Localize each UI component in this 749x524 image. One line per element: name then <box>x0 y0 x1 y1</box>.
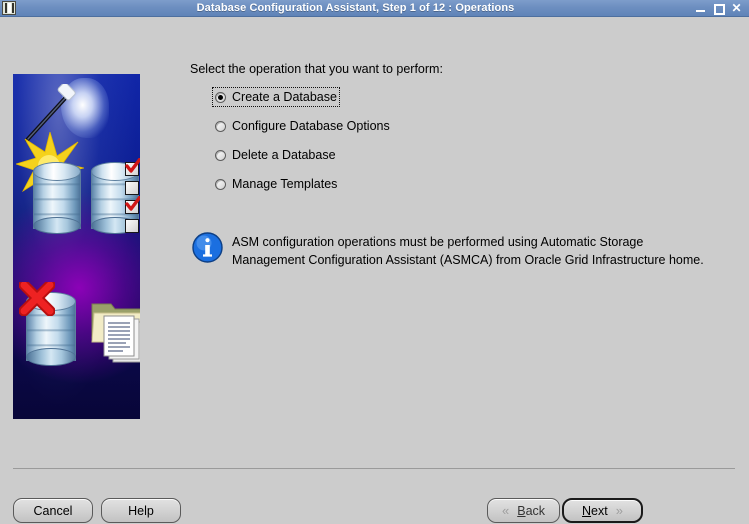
info-icon <box>192 232 223 263</box>
window-controls: ✕ <box>695 2 742 15</box>
info-message-line-1: ASM configuration operations must be per… <box>232 235 644 249</box>
back-button[interactable]: « Back <box>487 498 560 523</box>
checklist-icon <box>123 158 140 238</box>
radio-label: Manage Templates <box>232 177 338 191</box>
close-icon[interactable]: ✕ <box>731 2 742 14</box>
minimize-icon[interactable] <box>695 3 706 14</box>
info-message: ASM configuration operations must be per… <box>192 230 722 269</box>
radio-option-delete-a-database[interactable]: Delete a Database <box>212 145 339 165</box>
next-button-label: Next <box>582 503 608 518</box>
wizard-illustration <box>13 74 140 419</box>
folder-documents-icon <box>91 303 140 363</box>
radio-option-manage-templates[interactable]: Manage Templates <box>212 174 340 194</box>
chevron-left-icon: « <box>501 503 510 518</box>
operation-radio-group: Create a Database Configure Database Opt… <box>212 87 542 203</box>
title-bar: Database Configuration Assistant, Step 1… <box>0 0 749 17</box>
page-title: Select the operation that you want to pe… <box>190 62 443 76</box>
radio-indicator <box>215 178 226 190</box>
radio-option-create-a-database[interactable]: Create a Database <box>212 87 340 107</box>
radio-label: Configure Database Options <box>232 119 390 133</box>
radio-option-configure-database-options[interactable]: Configure Database Options <box>212 116 393 136</box>
application-window: Database Configuration Assistant, Step 1… <box>0 0 749 524</box>
red-x-icon <box>19 282 55 316</box>
database-app-icon <box>2 1 16 15</box>
radio-indicator <box>215 149 226 161</box>
next-button[interactable]: Next » <box>562 498 643 523</box>
help-button[interactable]: Help <box>101 498 181 523</box>
back-button-label: Back <box>517 503 546 518</box>
radio-label: Create a Database <box>232 90 337 104</box>
cancel-button[interactable]: Cancel <box>13 498 93 523</box>
content-area: Select the operation that you want to pe… <box>0 17 749 524</box>
radio-indicator <box>215 91 226 103</box>
window-title: Database Configuration Assistant, Step 1… <box>196 2 515 14</box>
maximize-icon[interactable] <box>713 3 725 15</box>
footer-separator <box>13 468 735 469</box>
radio-indicator <box>215 120 226 132</box>
database-cylinder-icon <box>33 162 81 234</box>
info-message-line-2: Management Configuration Assistant (ASMC… <box>232 253 704 267</box>
info-message-text: ASM configuration operations must be per… <box>232 230 704 269</box>
radio-label: Delete a Database <box>232 148 336 162</box>
chevron-right-icon: » <box>615 503 623 518</box>
